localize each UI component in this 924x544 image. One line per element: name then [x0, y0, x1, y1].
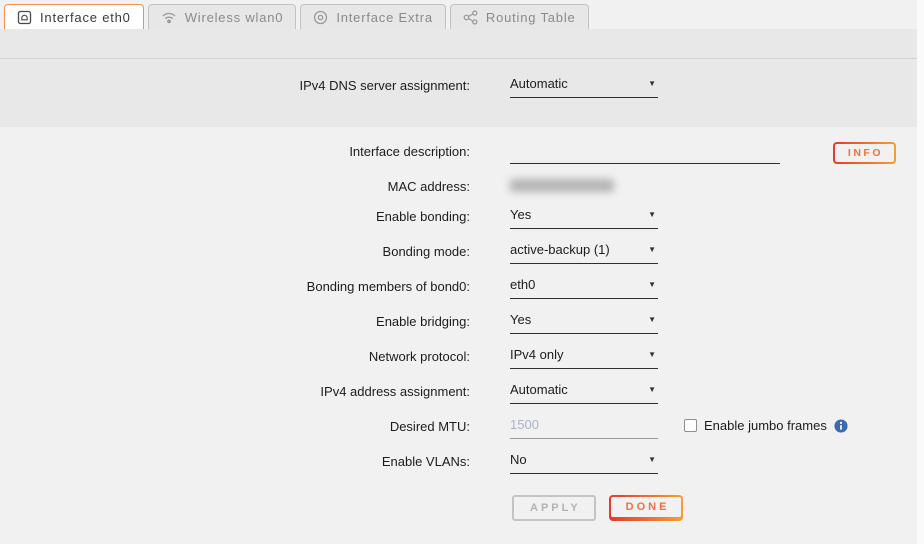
info-button-label: INFO [835, 144, 894, 162]
tab-routing-table[interactable]: Routing Table [450, 4, 589, 29]
tab-interface-extra[interactable]: Interface Extra [300, 4, 446, 29]
dropdown-arrow-icon: ▼ [648, 455, 656, 464]
enable-jumbo-frames-label: Enable jumbo frames [704, 418, 827, 433]
ipv4-assignment-value: Automatic [510, 382, 568, 397]
enable-bridging-label: Enable bridging: [0, 312, 470, 329]
bonding-members-value: eth0 [510, 277, 535, 292]
desired-mtu-label: Desired MTU: [0, 417, 470, 434]
panel-header-strip [0, 29, 924, 59]
dropdown-arrow-icon: ▼ [648, 245, 656, 254]
interface-description-input[interactable] [510, 142, 780, 164]
tab-label: Interface Extra [336, 10, 433, 25]
enable-jumbo-frames-checkbox[interactable] [684, 419, 697, 432]
apply-button[interactable]: APPLY [512, 495, 596, 521]
dns-section: IPv4 DNS server assignment: Automatic ▼ [0, 59, 924, 127]
enable-vlans-select[interactable]: No ▼ [510, 452, 658, 474]
enable-bonding-select[interactable]: Yes ▼ [510, 207, 658, 229]
ipv4-assignment-label: IPv4 address assignment: [0, 382, 470, 399]
desired-mtu-input[interactable]: 1500 [510, 417, 658, 439]
mac-address-value-redacted [510, 179, 614, 192]
enable-vlans-value: No [510, 452, 527, 467]
tab-wireless-wlan0[interactable]: Wireless wlan0 [148, 4, 297, 29]
dns-assignment-label: IPv4 DNS server assignment: [0, 76, 470, 93]
interface-description-label: Interface description: [0, 142, 470, 159]
enable-bridging-select[interactable]: Yes ▼ [510, 312, 658, 334]
target-circle-icon [313, 10, 328, 25]
dropdown-arrow-icon: ▼ [648, 385, 656, 394]
dns-assignment-select[interactable]: Automatic ▼ [510, 76, 658, 98]
dns-assignment-value: Automatic [510, 76, 568, 91]
enable-bonding-value: Yes [510, 207, 531, 222]
ethernet-interface-icon [17, 10, 32, 25]
share-network-icon [463, 10, 478, 25]
network-protocol-select[interactable]: IPv4 only ▼ [510, 347, 658, 369]
dropdown-arrow-icon: ▼ [648, 315, 656, 324]
enable-bonding-label: Enable bonding: [0, 207, 470, 224]
dropdown-arrow-icon: ▼ [648, 210, 656, 219]
bonding-mode-select[interactable]: active-backup (1) ▼ [510, 242, 658, 264]
info-button[interactable]: INFO [833, 142, 896, 164]
dropdown-arrow-icon: ▼ [648, 280, 656, 289]
wifi-icon [161, 11, 177, 24]
bonding-members-select[interactable]: eth0 ▼ [510, 277, 658, 299]
tab-bar: Interface eth0 Wireless wlan0 Interface … [0, 0, 924, 29]
ipv4-assignment-select[interactable]: Automatic ▼ [510, 382, 658, 404]
enable-bridging-value: Yes [510, 312, 531, 327]
tab-interface-eth0[interactable]: Interface eth0 [4, 4, 144, 29]
network-protocol-value: IPv4 only [510, 347, 563, 362]
scrollbar-track[interactable] [917, 0, 924, 544]
tab-label: Interface eth0 [40, 10, 131, 25]
tab-label: Wireless wlan0 [185, 10, 284, 25]
interface-settings-form: Interface description: INFO MAC address:… [0, 127, 924, 521]
dropdown-arrow-icon: ▼ [648, 350, 656, 359]
done-button-label: DONE [611, 497, 682, 517]
mac-address-label: MAC address: [0, 177, 470, 194]
done-button[interactable]: DONE [609, 495, 684, 521]
bonding-mode-value: active-backup (1) [510, 242, 610, 257]
info-circle-icon[interactable] [834, 419, 848, 433]
bonding-members-label: Bonding members of bond0: [0, 277, 470, 294]
tab-label: Routing Table [486, 10, 576, 25]
network-protocol-label: Network protocol: [0, 347, 470, 364]
dropdown-arrow-icon: ▼ [648, 79, 656, 88]
enable-vlans-label: Enable VLANs: [0, 452, 470, 469]
bonding-mode-label: Bonding mode: [0, 242, 470, 259]
